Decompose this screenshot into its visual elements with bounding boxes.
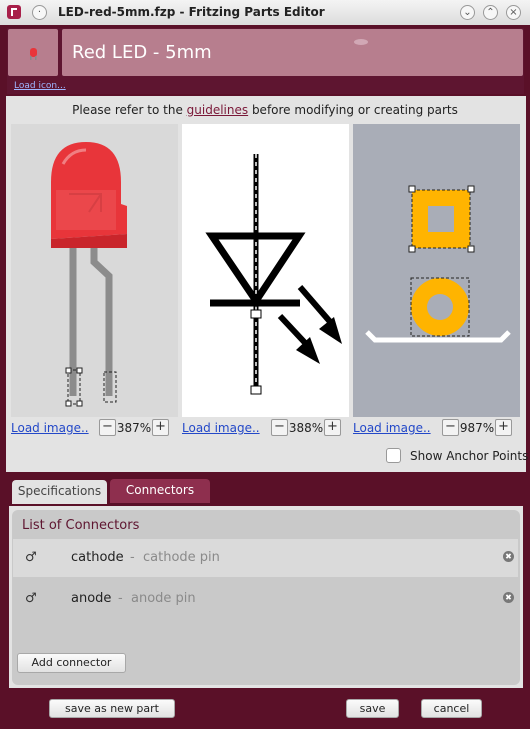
male-symbol-icon: ♂ <box>25 550 37 565</box>
schematic-view[interactable] <box>182 124 349 417</box>
connector-description[interactable]: cathode pin <box>143 550 220 565</box>
minimize-button[interactable]: ⌄ <box>460 5 475 20</box>
save-button[interactable]: save <box>346 699 399 718</box>
remove-connector-icon[interactable]: ✖ <box>503 592 514 603</box>
load-icon-link[interactable]: Load icon... <box>14 81 66 91</box>
cancel-button[interactable]: cancel <box>421 699 482 718</box>
connector-separator: - <box>130 550 135 565</box>
show-anchor-points-checkbox[interactable] <box>386 448 401 463</box>
connector-row[interactable]: ♂ cathode - cathode pin ✖ <box>13 539 518 577</box>
part-title[interactable]: Red LED - 5mm <box>72 42 212 63</box>
pcb-footprint-image <box>365 185 511 343</box>
connector-name[interactable]: cathode <box>71 550 124 565</box>
guidelines-notice: Please refer to the guidelines before mo… <box>0 103 530 117</box>
breadboard-zoom-in-button[interactable]: + <box>152 419 169 436</box>
led-breadboard-image <box>51 142 127 407</box>
breadboard-zoom-value: 387% <box>116 420 152 435</box>
guidelines-link[interactable]: guidelines <box>187 103 248 117</box>
window-title: LED-red-5mm.fzp - Fritzing Parts Editor <box>58 5 325 19</box>
pcb-zoom-out-button[interactable]: − <box>442 419 459 436</box>
pcb-view[interactable] <box>353 124 520 417</box>
guidelines-prefix: Please refer to the <box>72 103 187 117</box>
led-icon <box>30 48 37 60</box>
breadboard-zoom-out-button[interactable]: − <box>99 419 116 436</box>
breadboard-view[interactable] <box>11 124 178 417</box>
maximize-button[interactable]: ⌃ <box>483 5 498 20</box>
connector-separator: - <box>118 591 123 606</box>
cloud-decoration-icon <box>354 39 368 45</box>
close-button[interactable]: × <box>506 5 521 20</box>
remove-connector-icon[interactable]: ✖ <box>503 551 514 562</box>
schematic-load-image-link[interactable]: Load image.. <box>182 421 260 435</box>
schematic-zoom-in-button[interactable]: + <box>324 419 341 436</box>
connector-row[interactable]: ♂ anode - anode pin ✖ <box>13 580 518 618</box>
breadboard-load-image-link[interactable]: Load image.. <box>11 421 89 435</box>
tab-connectors[interactable]: Connectors <box>110 479 210 503</box>
connector-description[interactable]: anode pin <box>131 591 196 606</box>
pcb-zoom-controls: −987% + <box>442 419 512 436</box>
fritzing-app-icon <box>7 5 21 19</box>
male-symbol-icon: ♂ <box>25 591 37 606</box>
window-menu-button[interactable]: · <box>32 5 47 20</box>
connectors-list-title: List of Connectors <box>22 518 140 533</box>
schematic-zoom-out-button[interactable]: − <box>271 419 288 436</box>
add-connector-button[interactable]: Add connector <box>17 653 126 673</box>
schematic-zoom-controls: −388% + <box>271 419 341 436</box>
breadboard-zoom-controls: −387% + <box>99 419 169 436</box>
tab-specifications[interactable]: Specifications <box>12 480 107 504</box>
connector-name[interactable]: anode <box>71 591 111 606</box>
pcb-zoom-value: 987% <box>459 420 495 435</box>
part-icon-box[interactable] <box>8 29 58 76</box>
save-as-new-part-button[interactable]: save as new part <box>49 699 175 718</box>
guidelines-suffix: before modifying or creating parts <box>248 103 458 117</box>
diode-schematic-image <box>205 154 342 395</box>
schematic-zoom-value: 388% <box>288 420 324 435</box>
pcb-zoom-in-button[interactable]: + <box>495 419 512 436</box>
pcb-load-image-link[interactable]: Load image.. <box>353 421 431 435</box>
show-anchor-points-label: Show Anchor Points <box>410 449 529 463</box>
